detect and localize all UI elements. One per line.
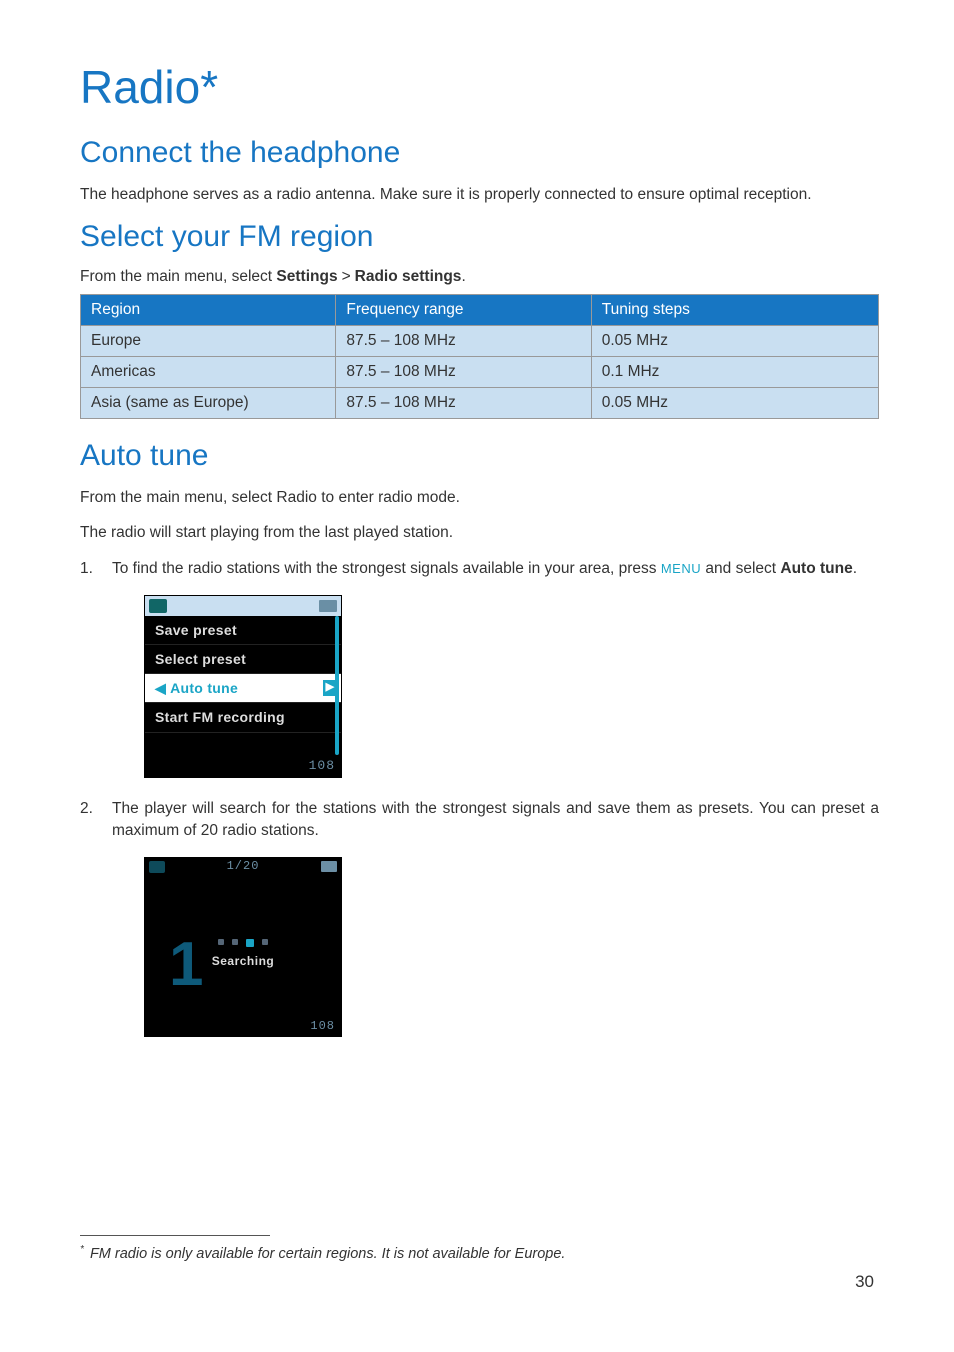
intro1c: to enter radio mode.: [317, 489, 460, 506]
connect-body: The headphone serves as a radio antenna.…: [80, 184, 879, 206]
menu-item-start-fm-recording: Start FM recording: [145, 703, 341, 732]
cell-tuning: 0.05 MHz: [591, 325, 878, 356]
footnote: * FM radio is only available for certain…: [80, 1244, 565, 1262]
step2-text: The player will search for the stations …: [112, 800, 879, 839]
step-2: The player will search for the stations …: [80, 798, 879, 1037]
step1b: and select: [701, 560, 780, 577]
chevron-left-icon: ◀: [155, 678, 166, 698]
preset-big-number: 1: [169, 920, 203, 1010]
dot-icon: [232, 939, 238, 945]
cell-region: Asia (same as Europe): [81, 387, 336, 418]
menu-item-auto-tune: ◀ Auto tune ▶: [145, 674, 341, 703]
cell-freq: 87.5 – 108 MHz: [336, 325, 591, 356]
auto-tune-intro2: The radio will start playing from the la…: [80, 522, 879, 544]
cell-region: Europe: [81, 325, 336, 356]
th-freq: Frequency range: [336, 294, 591, 325]
page-number: 30: [855, 1272, 874, 1292]
cell-tuning: 0.1 MHz: [591, 356, 878, 387]
select-region-nav-hint: From the main menu, select Settings >Radi…: [80, 268, 879, 286]
chevron-right-icon: ▶: [323, 680, 337, 696]
device-screenshot-menu: Save preset Select preset ◀ Auto tune ▶ …: [144, 595, 879, 778]
device-menu: Save preset Select preset ◀ Auto tune ▶ …: [145, 616, 341, 755]
step1-auto-tune: Auto tune: [780, 560, 852, 577]
battery-icon: [319, 600, 337, 612]
cell-freq: 87.5 – 108 MHz: [336, 356, 591, 387]
device-screenshot-searching: 1/20 1 Searching 108: [144, 857, 879, 1037]
section-auto-tune-heading: Auto tune: [80, 439, 879, 473]
step-1: To find the radio stations with the stro…: [80, 558, 879, 778]
device2-body: 1 Searching: [145, 876, 341, 1016]
device2-footer-freq: 108: [145, 1016, 341, 1036]
intro1-radio: Radio: [276, 489, 317, 506]
nav-gt: >: [342, 268, 351, 285]
section-connect-heading: Connect the headphone: [80, 136, 879, 170]
dot-icon: [246, 939, 254, 947]
dot-icon: [218, 939, 224, 945]
intro1a: From the main menu, select: [80, 489, 276, 506]
footnote-separator: [80, 1235, 270, 1236]
dot-icon: [262, 939, 268, 945]
page-title: Radio*: [80, 60, 879, 114]
region-table: Region Frequency range Tuning steps Euro…: [80, 294, 879, 419]
device-status-bar: [145, 596, 341, 616]
auto-tune-intro1: From the main menu, select Radio to ente…: [80, 487, 879, 509]
step1a: To find the radio stations with the stro…: [112, 560, 661, 577]
cell-tuning: 0.05 MHz: [591, 387, 878, 418]
table-header-row: Region Frequency range Tuning steps: [81, 294, 879, 325]
battery-icon: [321, 861, 337, 872]
th-region: Region: [81, 294, 336, 325]
cell-region: Americas: [81, 356, 336, 387]
table-row: Asia (same as Europe) 87.5 – 108 MHz 0.0…: [81, 387, 879, 418]
step1c: .: [853, 560, 857, 577]
auto-tune-steps: To find the radio stations with the stro…: [80, 558, 879, 1037]
searching-label: Searching: [212, 953, 275, 970]
nav-suffix: .: [461, 268, 465, 285]
device2-status-bar: 1/20: [145, 858, 341, 876]
footnote-marker: *: [80, 1244, 84, 1255]
menu-item-auto-tune-label: Auto tune: [170, 678, 238, 698]
table-row: Europe 87.5 – 108 MHz 0.05 MHz: [81, 325, 879, 356]
step1-menu-label: MENU: [661, 561, 701, 576]
radio-icon: [149, 861, 165, 873]
nav-settings: Settings: [276, 268, 337, 285]
footnote-text: FM radio is only available for certain r…: [90, 1246, 566, 1262]
device-footer-freq: 108: [145, 755, 341, 777]
progress-dots: [218, 939, 268, 947]
menu-item-select-preset: Select preset: [145, 645, 341, 674]
radio-icon: [149, 599, 167, 613]
nav-radio-settings: Radio settings: [355, 268, 462, 285]
th-tuning: Tuning steps: [591, 294, 878, 325]
section-select-region-heading: Select your FM region: [80, 220, 879, 254]
menu-item-save-preset: Save preset: [145, 616, 341, 645]
cell-freq: 87.5 – 108 MHz: [336, 387, 591, 418]
preset-counter: 1/20: [227, 858, 260, 875]
table-row: Americas 87.5 – 108 MHz 0.1 MHz: [81, 356, 879, 387]
nav-prefix: From the main menu, select: [80, 268, 276, 285]
